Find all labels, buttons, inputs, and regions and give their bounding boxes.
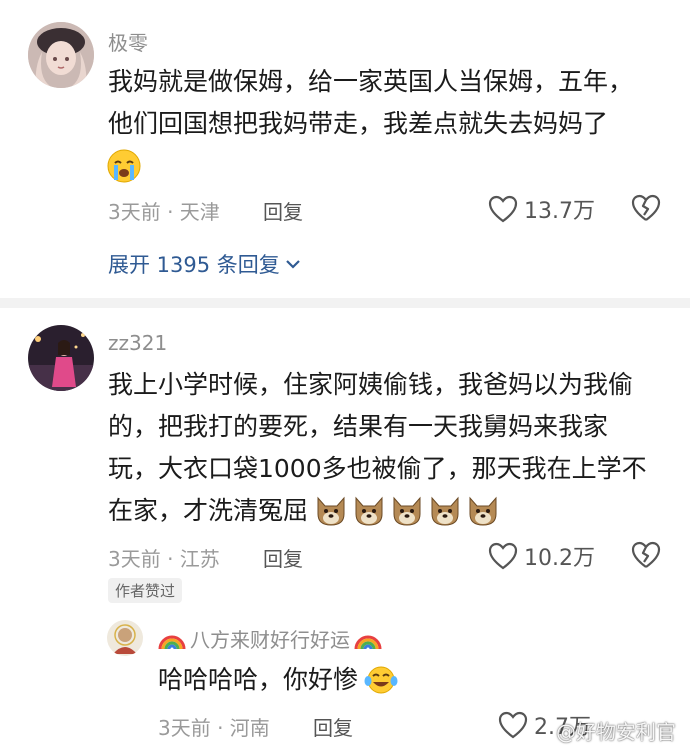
comment-text-line: 我上小学时候，住家阿姨偷钱，我爸妈以为我偷: [108, 370, 634, 399]
watermark: @好物安利官: [556, 720, 676, 744]
comment-text-line: 我妈就是做保姆，给一家英国人当保姆，五年，: [108, 67, 634, 96]
heart-outline-icon: [498, 711, 528, 739]
dog-face-emoji-row: [314, 494, 500, 528]
heart-outline-icon: [488, 195, 518, 223]
username[interactable]: zz321: [108, 331, 167, 355]
time-location: 3天前 · 河南: [158, 716, 270, 740]
avatar-photo: [28, 325, 94, 391]
section-divider: [0, 298, 690, 308]
dog-face-emoji: [431, 496, 459, 526]
reply-username-row[interactable]: 八方来财好行好运: [158, 624, 382, 653]
chevron-down-icon: [286, 260, 300, 269]
comment-text-line-end: 在家，才洗清冤屈: [108, 496, 309, 525]
rainbow-emoji: [354, 635, 382, 649]
tears-of-joy-emoji: [364, 666, 398, 694]
like-count: 10.2万: [524, 546, 595, 571]
avatar-illustration: [107, 620, 143, 656]
dog-face-emoji: [317, 496, 345, 526]
avatar[interactable]: [28, 22, 94, 88]
comment-text-line: 的，把我打的要死，结果有一天我舅妈来我家: [108, 412, 609, 441]
reply-button[interactable]: 回复: [263, 196, 303, 225]
expand-replies-link[interactable]: 展开 1395 条回复: [108, 249, 302, 279]
comment-text-line: 在家，才洗清冤屈: [108, 491, 500, 530]
broken-heart-icon[interactable]: [631, 194, 661, 226]
comment-text-line: 他们回国想把我妈带走，我差点就失去妈妈了: [108, 109, 609, 138]
avatar[interactable]: [28, 325, 94, 391]
author-liked-badge: 作者赞过: [108, 578, 183, 603]
like-button[interactable]: 10.2万: [488, 540, 595, 572]
time-location: 3天前 · 江苏: [108, 547, 220, 571]
dog-face-emoji: [393, 496, 421, 526]
comment-text-line: 玩，大衣口袋1000多也被偷了，那天我在上学不: [108, 454, 647, 483]
reply-text: 哈哈哈哈，你好惨: [158, 662, 398, 698]
reply-button[interactable]: 回复: [263, 543, 303, 572]
dog-face-emoji: [469, 496, 497, 526]
reply-text-content: 哈哈哈哈，你好惨: [158, 665, 359, 694]
avatar[interactable]: [107, 620, 143, 656]
reply-username: 八方来财好行好运: [190, 628, 350, 652]
loudly-crying-emoji: [106, 148, 142, 188]
avatar-illustration: [28, 22, 94, 88]
heart-outline-icon: [488, 542, 518, 570]
rainbow-emoji: [158, 635, 186, 649]
time-location: 3天前 · 天津: [108, 200, 220, 224]
expand-replies-label: 展开 1395 条回复: [108, 253, 280, 277]
reply-button[interactable]: 回复: [313, 712, 353, 741]
like-count: 13.7万: [524, 199, 595, 224]
broken-heart-icon[interactable]: [631, 541, 661, 573]
dog-face-emoji: [355, 496, 383, 526]
username[interactable]: 极零: [108, 27, 148, 56]
like-button[interactable]: 13.7万: [488, 193, 595, 225]
